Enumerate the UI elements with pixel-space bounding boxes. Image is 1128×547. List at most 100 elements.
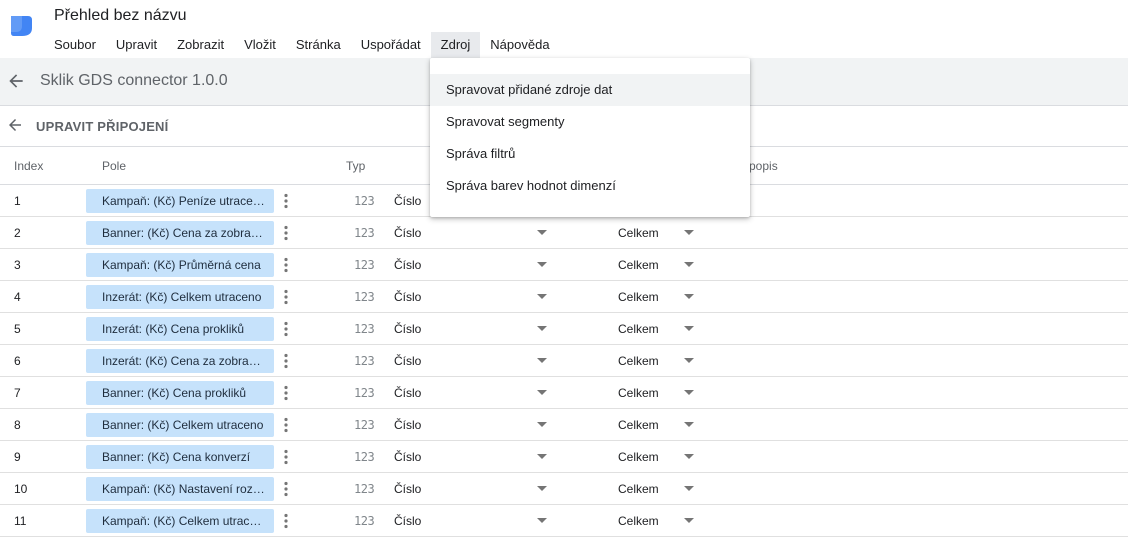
- field-aggregation[interactable]: Celkem: [618, 354, 659, 368]
- number-type-icon: 123: [354, 450, 375, 464]
- field-aggregation[interactable]: Celkem: [618, 290, 659, 304]
- more-vert-icon[interactable]: [282, 353, 290, 369]
- field-type[interactable]: Číslo: [394, 514, 421, 528]
- aggregation-dropdown-arrow-icon[interactable]: [684, 230, 694, 236]
- more-vert-icon[interactable]: [282, 289, 290, 305]
- row-index: 4: [14, 290, 21, 304]
- menu-item-manage-data-sources[interactable]: Spravovat přidané zdroje dat: [430, 74, 750, 106]
- arrow-left-icon[interactable]: [6, 71, 26, 91]
- menu-item-dimension-value-colors[interactable]: Správa barev hodnot dimenzí: [430, 170, 750, 202]
- row-index: 8: [14, 418, 21, 432]
- field-chip[interactable]: Inzerát: (Kč) Celkem utraceno: [86, 285, 274, 309]
- aggregation-dropdown-arrow-icon[interactable]: [684, 518, 694, 524]
- field-type[interactable]: Číslo: [394, 322, 421, 336]
- edit-connection-button[interactable]: UPRAVIT PŘIPOJENÍ: [36, 119, 168, 134]
- row-index: 2: [14, 226, 21, 240]
- menu-soubor[interactable]: Soubor: [44, 32, 106, 58]
- number-type-icon: 123: [354, 354, 375, 368]
- aggregation-dropdown-arrow-icon[interactable]: [684, 390, 694, 396]
- menu-zobrazit[interactable]: Zobrazit: [167, 32, 234, 58]
- more-vert-icon[interactable]: [282, 225, 290, 241]
- type-dropdown-arrow-icon[interactable]: [537, 326, 547, 332]
- menu-usporadat[interactable]: Uspořádat: [351, 32, 431, 58]
- aggregation-dropdown-arrow-icon[interactable]: [684, 486, 694, 492]
- field-aggregation[interactable]: Celkem: [618, 418, 659, 432]
- field-chip[interactable]: Kampaň: (Kč) Nastavení rozpočtu: [86, 477, 274, 501]
- number-type-icon: 123: [354, 482, 375, 496]
- type-dropdown-arrow-icon[interactable]: [537, 390, 547, 396]
- table-row: 10 Kampaň: (Kč) Nastavení rozpočtu 123 Čísl…: [0, 473, 1128, 505]
- column-header-description: popis: [749, 159, 778, 173]
- field-aggregation[interactable]: Celkem: [618, 482, 659, 496]
- aggregation-dropdown-arrow-icon[interactable]: [684, 294, 694, 300]
- field-type[interactable]: Číslo: [394, 258, 421, 272]
- field-chip[interactable]: Kampaň: (Kč) Průměrná cena: [86, 253, 274, 277]
- app-header: Přehled bez názvu Soubor Upravit Zobrazi…: [0, 0, 1128, 58]
- field-chip[interactable]: Kampaň: (Kč) Celkem utraceno: [86, 509, 274, 533]
- field-chip[interactable]: Banner: (Kč) Cena za zobrazení: [86, 221, 274, 245]
- field-type[interactable]: Číslo: [394, 450, 421, 464]
- field-aggregation[interactable]: Celkem: [618, 450, 659, 464]
- menu-stranka[interactable]: Stránka: [286, 32, 351, 58]
- field-chip[interactable]: Banner: (Kč) Cena konverzí: [86, 445, 274, 469]
- type-dropdown-arrow-icon[interactable]: [537, 422, 547, 428]
- number-type-icon: 123: [354, 194, 375, 208]
- type-dropdown-arrow-icon[interactable]: [537, 518, 547, 524]
- row-index: 7: [14, 386, 21, 400]
- row-index: 1: [14, 194, 21, 208]
- type-dropdown-arrow-icon[interactable]: [537, 358, 547, 364]
- row-index: 5: [14, 322, 21, 336]
- type-dropdown-arrow-icon[interactable]: [537, 262, 547, 268]
- menu-item-manage-filters[interactable]: Správa filtrů: [430, 138, 750, 170]
- more-vert-icon[interactable]: [282, 193, 290, 209]
- field-aggregation[interactable]: Celkem: [618, 386, 659, 400]
- field-type[interactable]: Číslo: [394, 418, 421, 432]
- type-dropdown-arrow-icon[interactable]: [537, 486, 547, 492]
- field-type[interactable]: Číslo: [394, 482, 421, 496]
- field-aggregation[interactable]: Celkem: [618, 226, 659, 240]
- menu-napoveda[interactable]: Nápověda: [480, 32, 559, 58]
- more-vert-icon[interactable]: [282, 417, 290, 433]
- field-type[interactable]: Číslo: [394, 290, 421, 304]
- field-aggregation[interactable]: Celkem: [618, 322, 659, 336]
- field-chip[interactable]: Banner: (Kč) Celkem utraceno: [86, 413, 274, 437]
- field-type[interactable]: Číslo: [394, 354, 421, 368]
- number-type-icon: 123: [354, 290, 375, 304]
- field-chip[interactable]: Inzerát: (Kč) Cena prokliků: [86, 317, 274, 341]
- field-chip[interactable]: Kampaň: (Kč) Peníze utraceno: [86, 189, 274, 213]
- field-aggregation[interactable]: Celkem: [618, 258, 659, 272]
- column-header-field: Pole: [102, 159, 127, 173]
- more-vert-icon[interactable]: [282, 513, 290, 529]
- type-dropdown-arrow-icon[interactable]: [537, 454, 547, 460]
- aggregation-dropdown-arrow-icon[interactable]: [684, 454, 694, 460]
- type-dropdown-arrow-icon[interactable]: [537, 230, 547, 236]
- menu-item-manage-segments[interactable]: Spravovat segmenty: [430, 106, 750, 138]
- document-title[interactable]: Přehled bez názvu: [54, 7, 187, 25]
- more-vert-icon[interactable]: [282, 321, 290, 337]
- table-row: 8 Banner: (Kč) Celkem utraceno 123 Číslo Cel…: [0, 409, 1128, 441]
- aggregation-dropdown-arrow-icon[interactable]: [684, 262, 694, 268]
- table-row: 2 Banner: (Kč) Cena za zobrazení 123 Číslo C…: [0, 217, 1128, 249]
- column-header-type: Typ: [346, 159, 366, 173]
- menu-zdroj[interactable]: Zdroj: [430, 32, 481, 58]
- aggregation-dropdown-arrow-icon[interactable]: [684, 358, 694, 364]
- arrow-left-icon[interactable]: [6, 116, 24, 134]
- field-type[interactable]: Číslo: [394, 226, 421, 240]
- app-logo-icon[interactable]: [8, 12, 34, 38]
- menu-upravit[interactable]: Upravit: [106, 32, 167, 58]
- more-vert-icon[interactable]: [282, 449, 290, 465]
- field-chip[interactable]: Banner: (Kč) Cena prokliků: [86, 381, 274, 405]
- number-type-icon: 123: [354, 258, 375, 272]
- aggregation-dropdown-arrow-icon[interactable]: [684, 326, 694, 332]
- more-vert-icon[interactable]: [282, 257, 290, 273]
- more-vert-icon[interactable]: [282, 385, 290, 401]
- field-aggregation[interactable]: Celkem: [618, 514, 659, 528]
- zdroj-dropdown-menu: Spravovat přidané zdroje dat Spravovat s…: [430, 58, 750, 217]
- menu-vlozit[interactable]: Vložit: [234, 32, 286, 58]
- more-vert-icon[interactable]: [282, 481, 290, 497]
- aggregation-dropdown-arrow-icon[interactable]: [684, 422, 694, 428]
- field-type[interactable]: Číslo: [394, 194, 421, 208]
- field-type[interactable]: Číslo: [394, 386, 421, 400]
- field-chip[interactable]: Inzerát: (Kč) Cena za zobrazení: [86, 349, 274, 373]
- type-dropdown-arrow-icon[interactable]: [537, 294, 547, 300]
